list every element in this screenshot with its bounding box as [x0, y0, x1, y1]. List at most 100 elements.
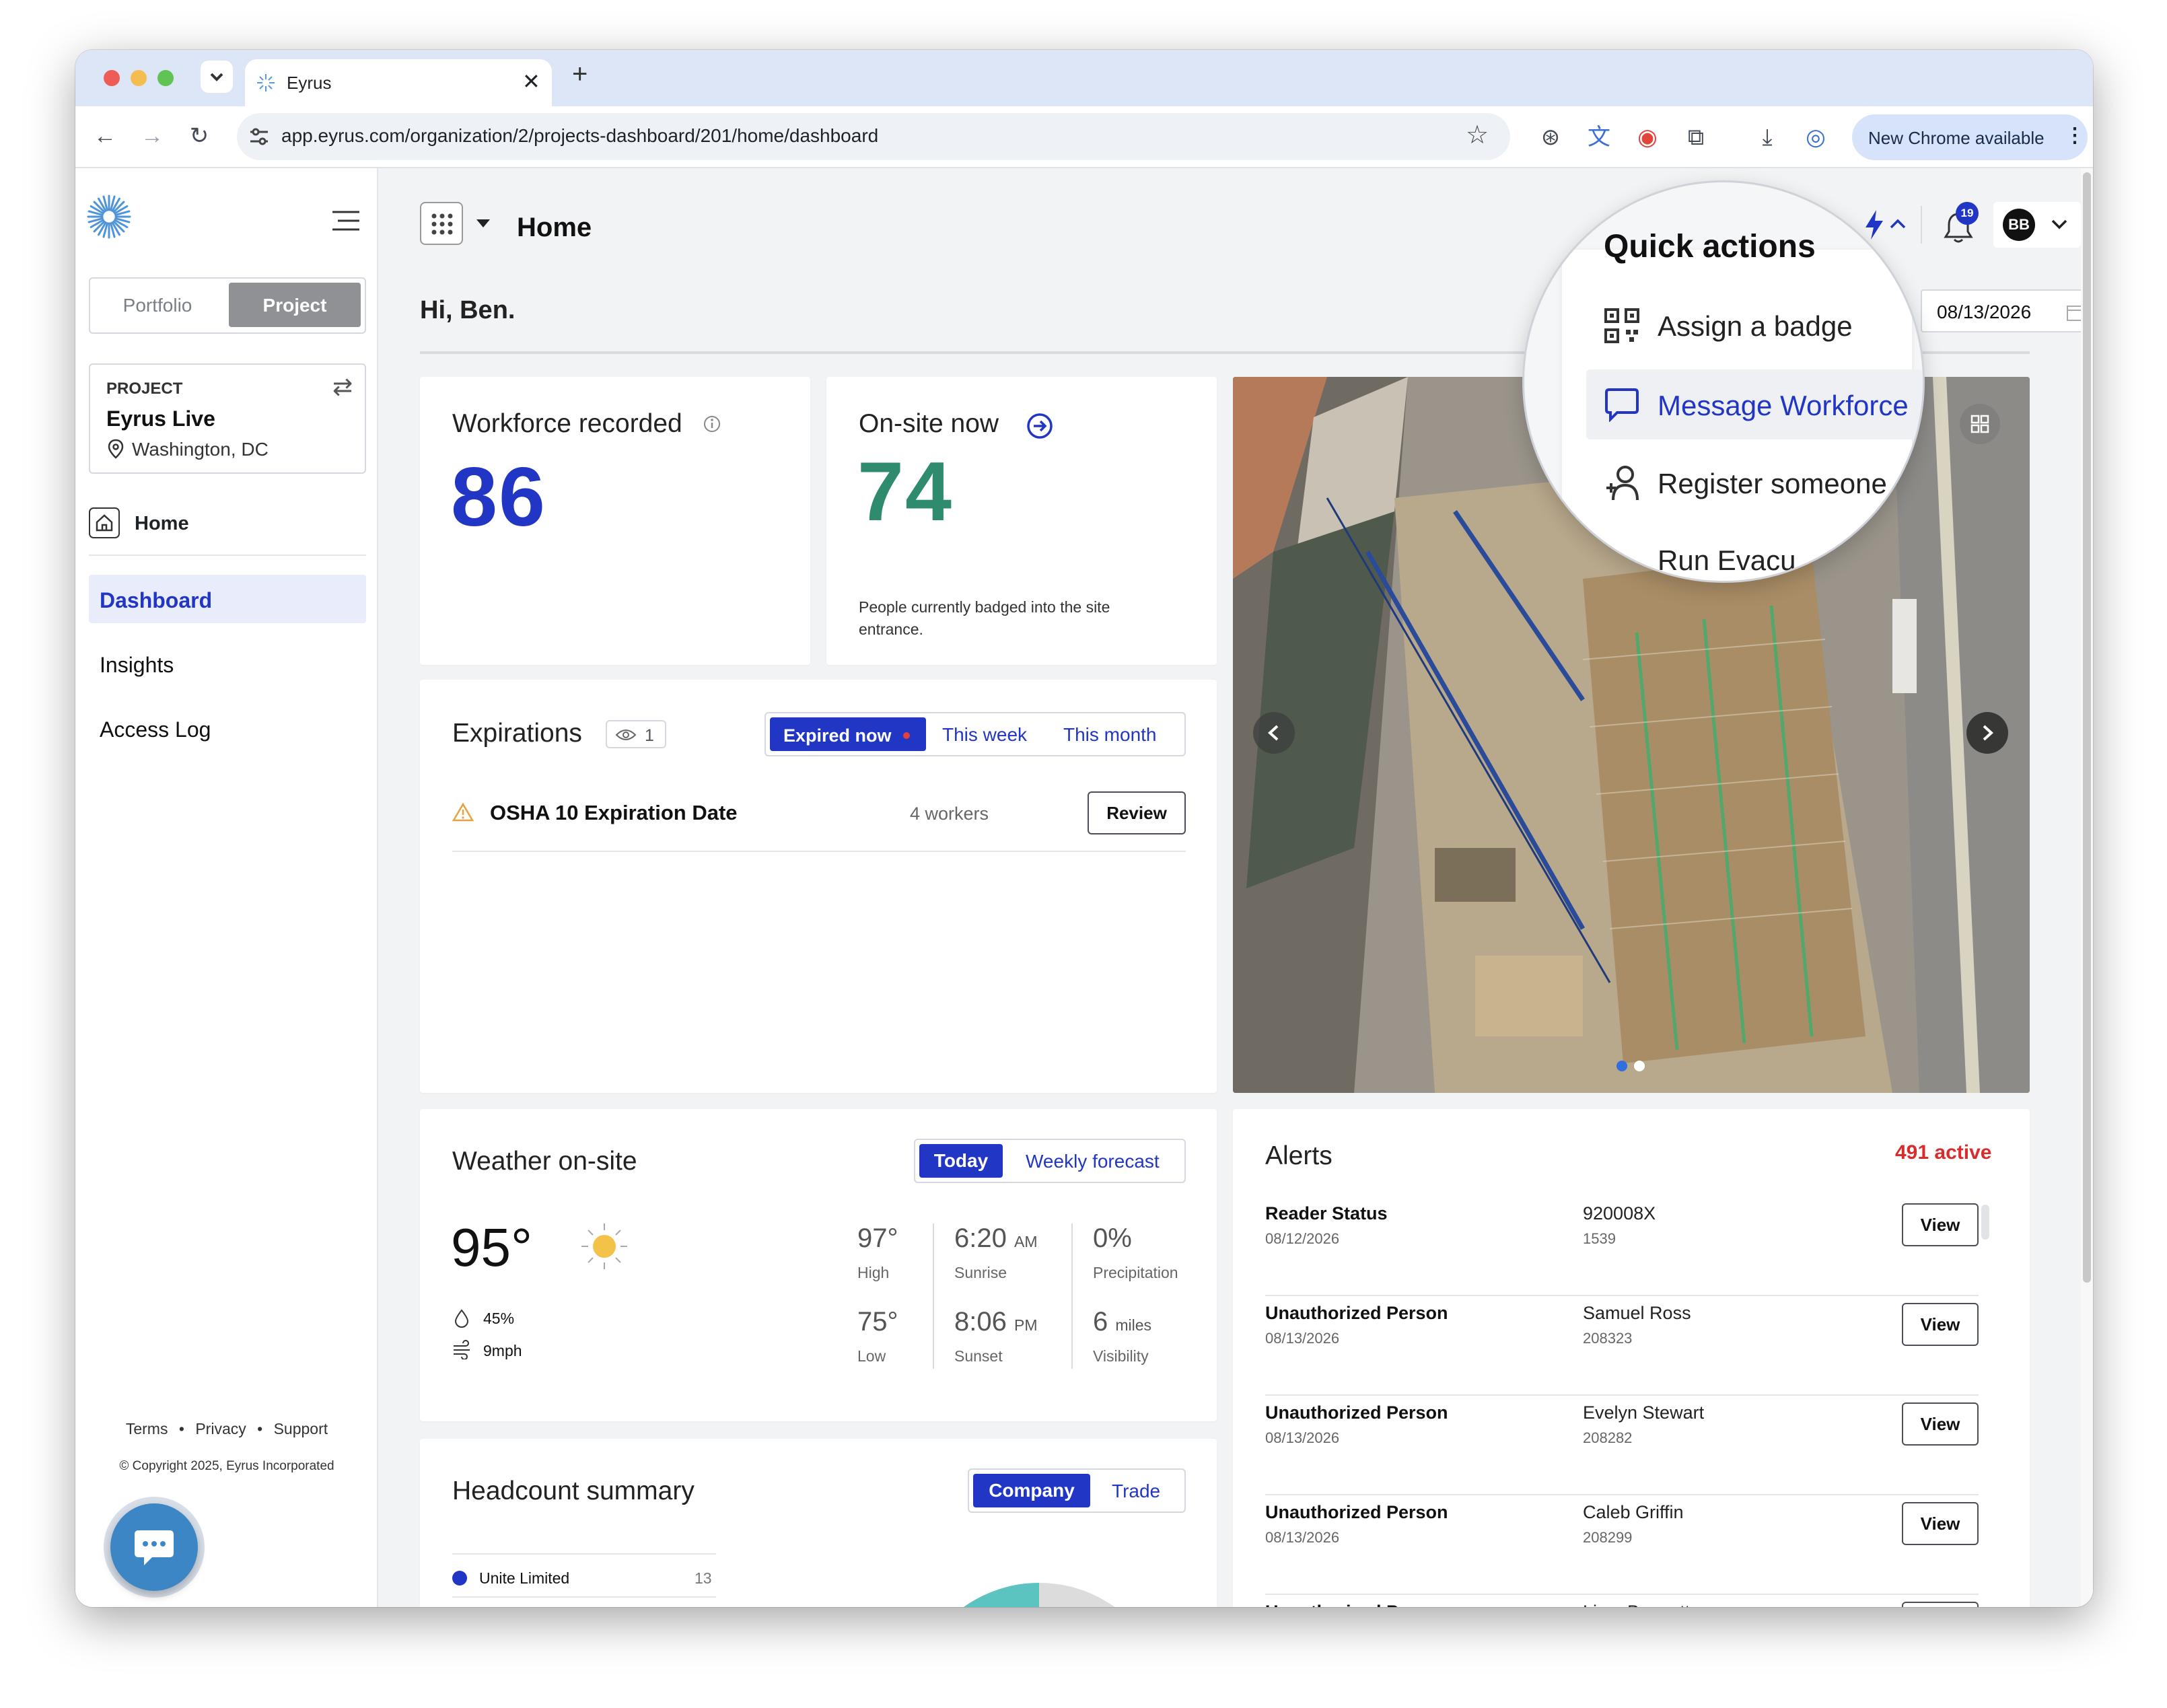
- sidebar-item-dashboard[interactable]: Dashboard: [89, 575, 366, 623]
- bookmark-star-icon[interactable]: ☆: [1466, 120, 1489, 150]
- close-window-button[interactable]: [104, 70, 120, 86]
- new-tab-icon[interactable]: +: [572, 59, 588, 90]
- notifications-button[interactable]: 19: [1938, 202, 1979, 246]
- home-nav-item[interactable]: Home: [89, 505, 366, 542]
- tab-search-button[interactable]: [201, 61, 233, 93]
- qr-code-icon: [1604, 308, 1639, 343]
- workforce-title: Workforce recorded: [452, 409, 682, 438]
- password-manager-icon[interactable]: ⊛: [1534, 121, 1567, 153]
- alert-subject: Liam Bennett: [1583, 1602, 1690, 1607]
- browser-tab[interactable]: Eyrus ✕: [245, 59, 552, 106]
- forward-arrow-icon[interactable]: →: [136, 120, 168, 152]
- menu-icon[interactable]: [332, 210, 359, 232]
- alert-type: Unauthorized Person: [1265, 1402, 1448, 1423]
- chevron-up-icon[interactable]: [1888, 217, 1907, 230]
- alert-id: 1539: [1583, 1230, 1616, 1247]
- tab-this-month[interactable]: This month: [1063, 724, 1157, 746]
- view-button[interactable]: View: [1902, 1502, 1979, 1545]
- arrow-circle-right-icon[interactable]: [1026, 412, 1054, 440]
- reload-icon[interactable]: ↻: [183, 120, 215, 152]
- carousel-dot[interactable]: [1634, 1061, 1645, 1071]
- divider: [1071, 1223, 1073, 1369]
- browser-window: Eyrus ✕ + ← → ↻ app.eyrus.com/organizati…: [75, 50, 2093, 1607]
- more-vert-icon: ⋮: [2065, 124, 2085, 147]
- carousel-dot-active[interactable]: [1617, 1061, 1627, 1071]
- tab-title: Eyrus: [287, 73, 332, 93]
- back-arrow-icon[interactable]: ←: [89, 120, 121, 152]
- address-bar[interactable]: app.eyrus.com/organization/2/projects-da…: [237, 113, 1510, 160]
- switch-project-icon[interactable]: ⇄: [332, 373, 353, 401]
- company-name: Unite Limited: [479, 1569, 570, 1587]
- scope-toggle: Portfolio Project: [89, 277, 366, 334]
- chevron-right-icon: [1983, 725, 1993, 741]
- view-button[interactable]: View: [1902, 1203, 1979, 1246]
- browser-toolbar: ← → ↻ app.eyrus.com/organization/2/proje…: [75, 106, 2093, 168]
- chrome-update-button[interactable]: New Chrome available ⋮: [1852, 114, 2088, 160]
- onsite-title: On-site now: [859, 409, 999, 438]
- view-button[interactable]: View: [1902, 1303, 1979, 1346]
- weather-card: Weather on-site Today Weekly forecast 95…: [420, 1109, 1217, 1421]
- caret-down-icon[interactable]: [475, 217, 491, 230]
- alert-row: Unauthorized Person Liam Bennett View: [1265, 1595, 1979, 1607]
- view-button[interactable]: View: [1902, 1402, 1979, 1446]
- humidity-value: 45%: [483, 1310, 515, 1327]
- alerts-card: Alerts 491 active Reader Status 08/12/20…: [1233, 1109, 2030, 1607]
- lightning-icon[interactable]: [1863, 209, 1886, 241]
- divider: [452, 1553, 716, 1555]
- alert-date: 08/12/2026: [1265, 1230, 1340, 1247]
- tab-this-week[interactable]: This week: [942, 724, 1027, 746]
- project-label: PROJECT: [106, 380, 183, 398]
- quick-action-register-someone[interactable]: Register someone: [1586, 449, 1923, 516]
- alert-date: 08/13/2026: [1265, 1529, 1340, 1546]
- fullscreen-button[interactable]: [1960, 404, 2000, 444]
- page-scrollbar-thumb[interactable]: [2083, 172, 2091, 1283]
- tab-expired-now[interactable]: Expired now: [770, 717, 926, 751]
- location-pin-icon: [108, 439, 124, 459]
- support-link[interactable]: Support: [274, 1420, 328, 1437]
- close-tab-icon[interactable]: ✕: [522, 69, 540, 94]
- alert-subject: Evelyn Stewart: [1583, 1402, 1705, 1423]
- extensions-puzzle-icon[interactable]: ⧉: [1680, 121, 1712, 153]
- headcount-tabs: Company Trade: [968, 1468, 1186, 1513]
- info-icon[interactable]: [703, 415, 721, 433]
- review-button[interactable]: Review: [1088, 791, 1186, 834]
- alerts-scrollbar[interactable]: [1981, 1205, 1989, 1240]
- portfolio-toggle[interactable]: Portfolio: [90, 295, 225, 316]
- app-launcher-button[interactable]: [420, 202, 463, 245]
- project-toggle[interactable]: Project: [229, 283, 361, 327]
- profile-icon[interactable]: ◎: [1800, 121, 1832, 153]
- expiration-row: OSHA 10 Expiration Date 4 workers Review: [452, 781, 1186, 852]
- extension-icon[interactable]: ◉: [1631, 121, 1664, 153]
- view-button[interactable]: View: [1902, 1602, 1979, 1607]
- minimize-window-button[interactable]: [131, 70, 147, 86]
- grid-dots-icon: [431, 213, 453, 235]
- current-temperature: 95°: [451, 1217, 532, 1277]
- headcount-pie-chart: [963, 1582, 1115, 1607]
- tab-today[interactable]: Today: [919, 1144, 1003, 1178]
- quick-action-run-evacuation[interactable]: Run Evacu: [1586, 527, 1923, 581]
- tab-company[interactable]: Company: [973, 1474, 1090, 1507]
- eyrus-logo-icon: [87, 194, 131, 239]
- chat-widget-button[interactable]: [104, 1497, 205, 1598]
- user-menu-button[interactable]: BB: [1993, 202, 2081, 248]
- onsite-card: On-site now 74 People currently badged i…: [826, 377, 1217, 665]
- maximize-window-button[interactable]: [157, 70, 174, 86]
- alert-type: Unauthorized Person: [1265, 1602, 1448, 1607]
- tab-trade[interactable]: Trade: [1112, 1481, 1160, 1502]
- sidebar-item-access-log[interactable]: Access Log: [89, 704, 366, 752]
- sidebar-item-insights[interactable]: Insights: [89, 639, 366, 688]
- date-picker[interactable]: 08/13/2026: [1921, 289, 2093, 332]
- carousel-next-button[interactable]: [1966, 712, 2008, 754]
- tab-weekly-forecast[interactable]: Weekly forecast: [1026, 1151, 1160, 1172]
- privacy-link[interactable]: Privacy: [195, 1420, 246, 1437]
- download-icon[interactable]: ⤓: [1751, 121, 1783, 153]
- quick-action-message-workforce[interactable]: Message Workforce: [1586, 369, 1923, 439]
- eyrus-favicon-icon: [257, 74, 275, 92]
- terms-link[interactable]: Terms: [126, 1420, 168, 1437]
- sun-times: 6:20 AM Sunrise 8:06 PM Sunset: [954, 1223, 1038, 1365]
- translate-icon[interactable]: 文: [1583, 121, 1615, 153]
- alert-date: 08/13/2026: [1265, 1330, 1340, 1347]
- quick-action-assign-badge[interactable]: Assign a badge: [1586, 291, 1923, 359]
- add-person-icon: [1606, 466, 1639, 501]
- carousel-prev-button[interactable]: [1253, 712, 1295, 754]
